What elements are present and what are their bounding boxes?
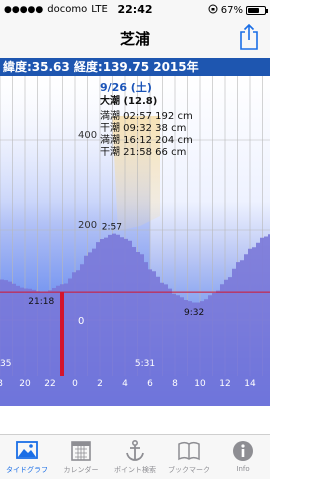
annotation-label: 5:31	[135, 359, 155, 369]
tab-label: ブックマーク	[168, 466, 210, 474]
x-tick-label: 20	[19, 379, 31, 389]
x-tick-label: 12	[219, 379, 230, 389]
coordinates-bar: 緯度:35.63 経度:139.75 2015年	[0, 58, 270, 76]
tide-info-panel: 9/26 (土) 大潮 (12.8) 満潮 02:57 192 cm 干潮 09…	[100, 82, 250, 159]
status-bar: ●●●●● docomo LTE 22:42 67%	[0, 0, 270, 20]
x-tick-label: 8	[0, 379, 3, 389]
tab-point-search[interactable]: ポイント検索	[108, 435, 162, 479]
bookmark-icon	[176, 439, 202, 463]
x-tick-label: 22	[44, 379, 55, 389]
page-title: 芝浦	[119, 30, 150, 48]
tide-entry: 満潮 02:57 192 cm	[100, 111, 193, 122]
y-tick-label: 400	[78, 130, 97, 141]
tab-info[interactable]: Info	[216, 435, 270, 479]
battery-percent: 67%	[220, 5, 243, 16]
tide-type: 大潮 (12.8)	[100, 96, 158, 107]
tab-bookmark[interactable]: ブックマーク	[162, 435, 216, 479]
x-tick-label: 6	[147, 379, 153, 389]
current-time-marker	[60, 292, 64, 376]
nav-bar: 芝浦	[0, 20, 270, 58]
x-tick-label: 4	[122, 379, 128, 389]
battery-icon	[246, 6, 268, 15]
y-tick-label: 0	[78, 316, 84, 327]
tab-tide-graph[interactable]: タイドグラフ	[0, 435, 54, 479]
tide-entry: 干潮 21:58 66 cm	[100, 147, 187, 158]
tab-label: ポイント検索	[114, 466, 156, 474]
annotation-label: 2:57	[102, 223, 122, 233]
tide-graph-icon	[14, 439, 40, 463]
y-tick-label: 200	[78, 220, 97, 231]
annotation-label: 21:18	[28, 297, 54, 307]
tab-bar: タイドグラフ カレンダー ポイント検索 ブックマーク Info	[0, 434, 270, 479]
tide-entry: 満潮 16:12 204 cm	[100, 135, 193, 146]
x-tick-label: 2	[97, 379, 103, 389]
tab-label: カレンダー	[63, 466, 99, 474]
calendar-icon	[68, 439, 94, 463]
info-date: 9/26 (土)	[100, 81, 152, 94]
x-tick-label: 14	[244, 379, 256, 389]
tide-entry: 干潮 09:32 38 cm	[100, 123, 187, 134]
info-icon	[230, 439, 256, 463]
x-tick-label: 8	[172, 379, 178, 389]
tab-label: タイドグラフ	[6, 466, 48, 474]
annotation-label: 9:32	[184, 308, 204, 318]
rotation-lock-icon	[208, 4, 218, 17]
x-tick-label: 0	[72, 379, 78, 389]
anchor-icon	[122, 439, 148, 463]
tab-label: Info	[236, 465, 250, 473]
x-tick-label: 10	[194, 379, 206, 389]
annotation-label: 35	[0, 359, 11, 369]
tab-calendar[interactable]: カレンダー	[54, 435, 108, 479]
share-icon[interactable]	[238, 23, 260, 51]
